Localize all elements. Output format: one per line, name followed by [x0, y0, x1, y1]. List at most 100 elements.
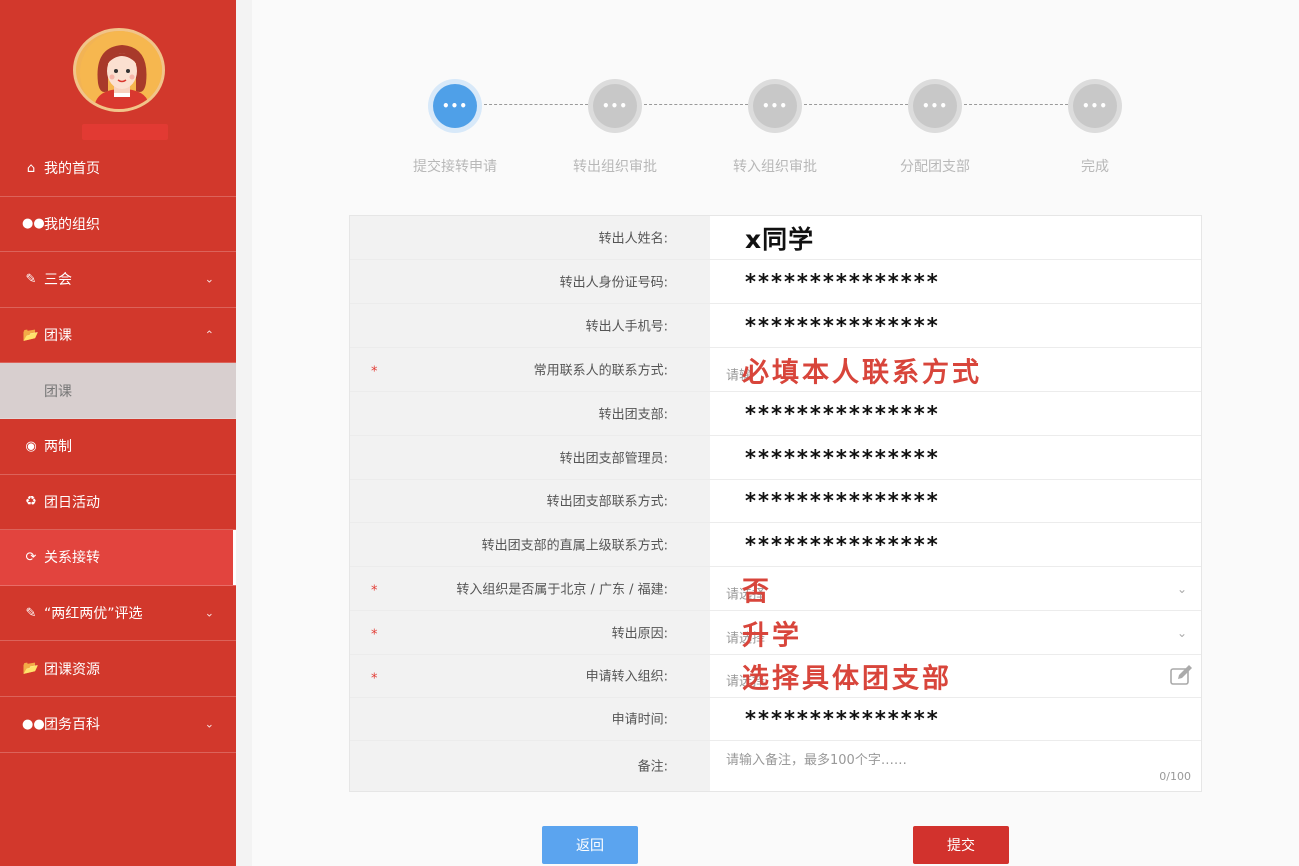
- edit-icon[interactable]: [1169, 664, 1193, 688]
- label-cell: 转出人手机号:: [350, 304, 710, 347]
- target-icon: ◉: [25, 438, 37, 454]
- sidebar-item-label: 我的组织: [44, 216, 100, 233]
- field-label: 转出人手机号:: [585, 319, 668, 335]
- field-label: 申请时间:: [611, 712, 668, 728]
- sidebar: ⌂ 我的首页 ●● 我的组织 ✎ 三会 ⌄ 📂 团课 ⌃ 团课 ◉ 两制 ♻ 团…: [0, 0, 236, 866]
- remarks-textarea[interactable]: 请输入备注，最多100个字……: [726, 749, 907, 768]
- form-row-name: 转出人姓名: x同学: [350, 216, 1201, 260]
- avatar[interactable]: [73, 28, 165, 112]
- sidebar-item-evaluation[interactable]: ✎ “两红两优”评选 ⌄: [0, 586, 236, 642]
- form-row-target-org: * 申请转入组织: 请选择 选择具体团支部: [350, 655, 1201, 698]
- phone-value: ***************: [745, 313, 940, 338]
- field-label: 转出人身份证号码:: [559, 275, 668, 291]
- folder-open-icon: 📂: [22, 661, 40, 677]
- chevron-down-icon[interactable]: ⌄: [1177, 626, 1187, 640]
- field-label: 备注:: [637, 759, 668, 775]
- step-dots: •••: [1073, 84, 1117, 128]
- step-3-label: 转入组织审批: [733, 159, 817, 175]
- field-label: 转出团支部管理员:: [559, 451, 668, 467]
- sidebar-item-label: “两红两优”评选: [44, 606, 143, 623]
- step-4-indicator: •••: [908, 79, 962, 133]
- step-connector: [644, 104, 748, 105]
- label-cell: 申请时间:: [350, 698, 710, 740]
- form-row-reason: * 转出原因: 请选择 升学 ⌄: [350, 611, 1201, 655]
- label-cell: 转出团支部管理员:: [350, 436, 710, 479]
- sidebar-item-encyclopedia[interactable]: ●● 团务百科 ⌄: [0, 697, 236, 753]
- form-row-branch-contact: 转出团支部联系方式: ***************: [350, 480, 1201, 523]
- field-label: 转入组织是否属于北京 / 广东 / 福建:: [456, 582, 668, 598]
- step-dots: •••: [593, 84, 637, 128]
- label-cell: * 转入组织是否属于北京 / 广东 / 福建:: [350, 567, 710, 610]
- field-label: 申请转入组织:: [585, 669, 668, 685]
- sidebar-nav: ⌂ 我的首页 ●● 我的组织 ✎ 三会 ⌄ 📂 团课 ⌃ 团课 ◉ 两制 ♻ 团…: [0, 141, 236, 753]
- sidebar-item-two-systems[interactable]: ◉ 两制: [0, 419, 236, 475]
- sidebar-item-label: 关系接转: [44, 550, 100, 567]
- step-1-label: 提交接转申请: [413, 159, 497, 175]
- refresh-icon: ⟳: [25, 549, 37, 565]
- sidebar-item-label: 团务百科: [44, 717, 100, 734]
- form-row-superior-contact: 转出团支部的直属上级联系方式: ***************: [350, 523, 1201, 567]
- step-5-label: 完成: [1081, 159, 1109, 175]
- apply-time-value: ***************: [745, 707, 940, 731]
- step-connector: [804, 104, 908, 105]
- sidebar-item-class-resources[interactable]: 📂 团课资源: [0, 641, 236, 697]
- sidebar-item-league-day[interactable]: ♻ 团日活动: [0, 475, 236, 531]
- step-2-indicator: •••: [588, 79, 642, 133]
- form-row-out-branch: 转出团支部: ***************: [350, 392, 1201, 436]
- home-icon: ⌂: [26, 160, 36, 176]
- main-content: ••• ••• ••• ••• ••• 提交接转申请 转出组织审批 转入组织审批…: [252, 0, 1299, 866]
- sidebar-subitem-league-class[interactable]: 团课: [0, 363, 236, 419]
- redacted-username: [82, 124, 168, 140]
- label-cell: 备注:: [350, 741, 710, 791]
- sidebar-item-label: 团课: [44, 383, 72, 400]
- label-cell: 转出人身份证号码:: [350, 260, 710, 303]
- step-5-indicator: •••: [1068, 79, 1122, 133]
- label-cell: * 申请转入组织:: [350, 655, 710, 697]
- label-cell: 转出团支部联系方式:: [350, 480, 710, 522]
- step-dots: •••: [913, 84, 957, 128]
- folder-open-icon: 📂: [22, 327, 40, 343]
- form-row-region: * 转入组织是否属于北京 / 广东 / 福建: 请选择 否 ⌄: [350, 567, 1201, 611]
- step-connector: [964, 104, 1068, 105]
- back-button[interactable]: 返回: [542, 826, 638, 864]
- required-marker: *: [371, 583, 378, 599]
- superior-contact-value: ***************: [745, 532, 940, 557]
- field-label: 转出人姓名:: [598, 231, 668, 247]
- chevron-up-icon: ⌃: [204, 328, 214, 342]
- sidebar-item-label: 团课资源: [44, 661, 100, 678]
- transfer-form: 转出人姓名: x同学 转出人身份证号码: *************** 转出人…: [349, 215, 1202, 792]
- annotation-text: 选择具体团支部: [742, 663, 952, 695]
- label-cell: * 转出原因:: [350, 611, 710, 654]
- chevron-down-icon: ⌄: [204, 717, 214, 731]
- sidebar-item-home[interactable]: ⌂ 我的首页: [0, 141, 236, 197]
- transferor-name-value: x同学: [745, 224, 815, 254]
- step-dots: •••: [753, 84, 797, 128]
- required-marker: *: [371, 627, 378, 643]
- users-icon: ●●: [22, 216, 45, 232]
- sidebar-item-three-meetings[interactable]: ✎ 三会 ⌄: [0, 252, 236, 308]
- sidebar-item-label: 团日活动: [44, 494, 100, 511]
- step-3-indicator: •••: [748, 79, 802, 133]
- sidebar-item-my-org[interactable]: ●● 我的组织: [0, 197, 236, 253]
- chevron-down-icon: ⌄: [204, 606, 214, 620]
- label-cell: 转出团支部:: [350, 392, 710, 435]
- branch-contact-value: ***************: [745, 489, 940, 513]
- field-label: 转出原因:: [611, 626, 668, 642]
- sidebar-item-label: 团课: [44, 328, 72, 345]
- label-cell: 转出团支部的直属上级联系方式:: [350, 523, 710, 566]
- edit-icon: ✎: [25, 605, 37, 621]
- submit-button[interactable]: 提交: [913, 826, 1009, 864]
- step-dots: •••: [433, 84, 477, 128]
- annotation-text: 必填本人联系方式: [742, 357, 982, 388]
- step-connector: [484, 104, 588, 105]
- out-branch-value: ***************: [745, 401, 940, 426]
- sidebar-item-label: 两制: [44, 439, 72, 456]
- annotation-text: 否: [742, 576, 772, 607]
- chevron-down-icon[interactable]: ⌄: [1177, 582, 1187, 596]
- sidebar-item-transfer[interactable]: ⟳ 关系接转: [0, 530, 236, 586]
- form-row-branch-admin: 转出团支部管理员: ***************: [350, 436, 1201, 480]
- branch-admin-value: ***************: [745, 445, 940, 470]
- edit-icon: ✎: [25, 271, 37, 287]
- form-row-phone: 转出人手机号: ***************: [350, 304, 1201, 348]
- sidebar-item-league-class[interactable]: 📂 团课 ⌃: [0, 308, 236, 364]
